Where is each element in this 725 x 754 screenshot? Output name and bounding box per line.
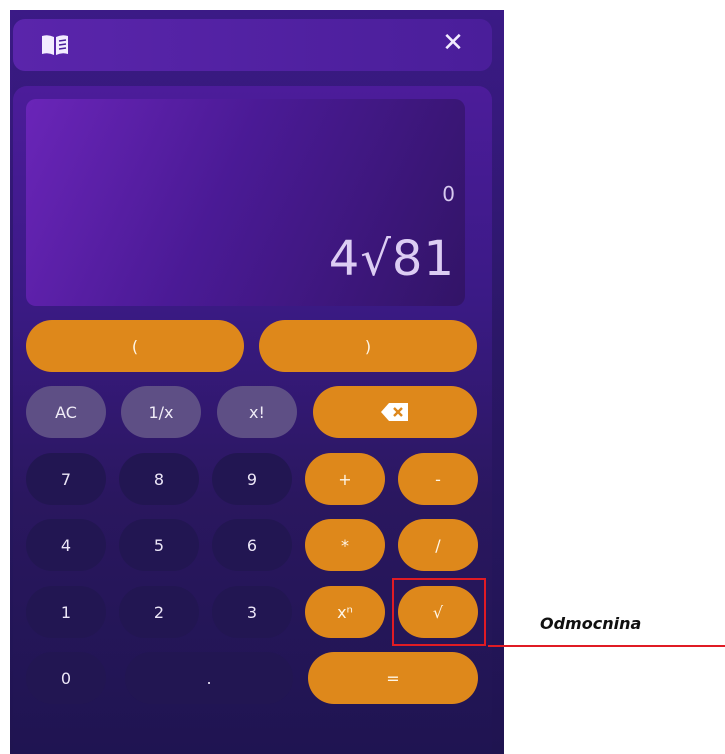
calculator-panel: 0 4√81 ( ) AC 1/x x! 7 8 9 + - 4 5 6 * /… <box>13 86 492 754</box>
backspace-icon <box>381 403 408 421</box>
digit-5-button[interactable]: 5 <box>119 519 199 571</box>
divide-button[interactable]: / <box>398 519 478 571</box>
annotation-line <box>488 645 725 647</box>
clear-button[interactable]: AC <box>26 386 106 438</box>
annotation-label: Odmocnina <box>540 614 642 633</box>
display: 0 4√81 <box>26 99 465 306</box>
reciprocal-button[interactable]: 1/x <box>121 386 201 438</box>
digit-6-button[interactable]: 6 <box>212 519 292 571</box>
backspace-button[interactable] <box>313 386 477 438</box>
top-bar: ✕ <box>13 19 492 71</box>
factorial-button[interactable]: x! <box>217 386 297 438</box>
close-icon[interactable]: ✕ <box>438 28 468 58</box>
digit-1-button[interactable]: 1 <box>26 586 106 638</box>
multiply-button[interactable]: * <box>305 519 385 571</box>
sqrt-highlight-box <box>392 578 486 646</box>
minus-button[interactable]: - <box>398 453 478 505</box>
close-paren-button[interactable]: ) <box>259 320 477 372</box>
digit-3-button[interactable]: 3 <box>212 586 292 638</box>
digit-2-button[interactable]: 2 <box>119 586 199 638</box>
expression: 4√81 <box>328 231 455 287</box>
equals-button[interactable]: = <box>308 652 478 704</box>
digit-9-button[interactable]: 9 <box>212 453 292 505</box>
open-paren-button[interactable]: ( <box>26 320 244 372</box>
digit-7-button[interactable]: 7 <box>26 453 106 505</box>
digit-8-button[interactable]: 8 <box>119 453 199 505</box>
previous-result: 0 <box>442 182 455 206</box>
digit-0-button[interactable]: 0 <box>26 652 106 704</box>
plus-button[interactable]: + <box>305 453 385 505</box>
digit-4-button[interactable]: 4 <box>26 519 106 571</box>
decimal-button[interactable]: . <box>125 652 293 704</box>
book-icon[interactable] <box>40 33 70 57</box>
power-button[interactable]: xⁿ <box>305 586 385 638</box>
